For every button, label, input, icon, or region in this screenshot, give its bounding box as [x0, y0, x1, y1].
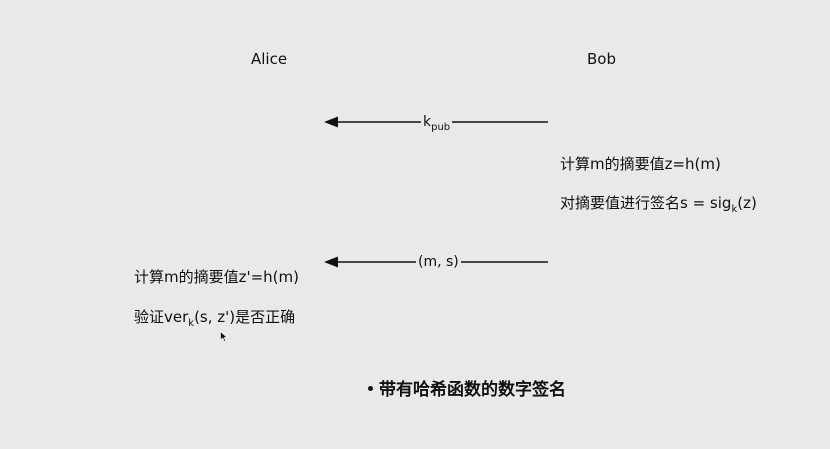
participant-alice: Alice [251, 50, 288, 68]
bob-step-hash: 计算m的摘要值z=h(m) [560, 155, 721, 173]
message-base: k [423, 114, 432, 130]
alice-step-verify: 验证verk(s, z')是否正确 [134, 308, 296, 329]
message-subscript: pub [431, 122, 451, 133]
mouse-cursor-icon [220, 331, 228, 342]
step-text: 对摘要值进行签名s = sig [560, 194, 732, 212]
slide-caption: 带有哈希函数的数字签名 [368, 375, 566, 400]
signed-message-label: (m, s) [416, 254, 461, 270]
alice-step-hash: 计算m的摘要值z'=h(m) [134, 268, 299, 286]
step-text: 计算m的摘要值z'=h(m) [134, 268, 300, 286]
step-text: 验证ver [134, 308, 189, 326]
participant-bob: Bob [587, 50, 616, 68]
step-tail: (z) [737, 194, 757, 212]
step-text: 计算m的摘要值z=h(m) [560, 155, 721, 173]
public-key-message-label: kpub [421, 114, 453, 133]
protocol-diagram: Alice Bob kpub 计算m的摘要值z=h(m) 对摘要值进行签名s =… [0, 0, 830, 449]
caption-text: 带有哈希函数的数字签名 [379, 380, 566, 400]
step-tail: (s, z')是否正确 [194, 308, 296, 326]
bullet-icon [368, 385, 373, 391]
bob-step-sign: 对摘要值进行签名s = sigk(z) [560, 194, 757, 215]
